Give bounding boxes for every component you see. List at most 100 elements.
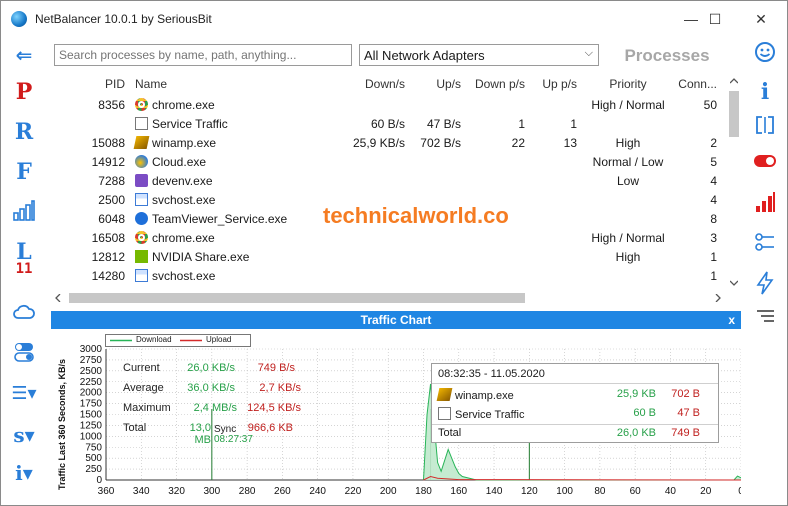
table-row[interactable]: 8356 chrome.exe High / Normal 50 [51,96,727,115]
tooltip-row-1-down: 25,9 KB [616,388,656,400]
x-tick-label: 180 [415,486,432,497]
x-tick-label: 160 [450,486,467,497]
y-tick-label: 1000 [80,431,103,442]
x-tick-label: 120 [521,486,538,497]
stat-maximum-up: 124,5 KB/s [247,402,301,414]
app-globe-icon [11,11,27,27]
back-arrow-icon[interactable]: ⇐ [9,43,39,67]
col-priority[interactable]: Priority [583,75,673,94]
sync-time: 08:27:37 [214,434,253,445]
menu-dropdown-icon[interactable]: ☰▾ [9,383,39,404]
x-tick-label: 20 [700,486,712,497]
row-pid: 6048 [98,212,125,226]
col-up-packets[interactable]: Up p/s [531,75,577,94]
horizontal-scrollbar[interactable] [51,291,727,305]
row-down: 60 B/s [370,117,405,131]
watermark-text: technicalworld.co [323,203,509,228]
toggle-on-icon[interactable] [749,153,781,181]
hamburger-menu-icon[interactable] [749,309,781,337]
col-down[interactable]: Down/s [341,75,405,94]
vertical-scrollbar[interactable] [727,75,741,291]
toggles-icon[interactable] [9,341,39,365]
table-row[interactable]: 14912 Cloud.exe Normal / Low 5 [51,153,727,172]
info-icon[interactable]: i [749,79,781,107]
x-tick-label: 220 [345,486,362,497]
col-down-packets[interactable]: Down p/s [471,75,525,94]
col-connections[interactable]: Conn... [677,75,717,94]
smile-icon[interactable] [749,41,781,69]
cloud-icon[interactable] [9,303,39,325]
row-downp: 1 [518,117,525,131]
y-tick-label: 2750 [80,355,103,366]
row-name: NVIDIA Share.exe [135,248,355,267]
col-pid[interactable]: PID [71,75,125,94]
signal-bars-icon[interactable] [749,191,781,219]
row-pid: 16508 [91,231,125,245]
x-tick-label: 0 [738,486,741,497]
traffic-chart-title: Traffic Chart [360,313,432,327]
scroll-up-icon[interactable] [730,78,738,84]
legend-upload-label: Upload [206,335,232,344]
row-name-text: TeamViewer_Service.exe [152,212,288,226]
lightning-icon[interactable] [749,271,781,299]
table-row[interactable]: Service Traffic 60 B/s 47 B/s 1 1 [51,115,727,134]
y-tick-label: 2500 [80,366,103,377]
stat-total-down: 13,0 MB [189,422,211,446]
title-bar: NetBalancer 10.0.1 by SeriousBit — ☐ ✕ [1,1,787,37]
search-input[interactable] [54,44,352,66]
vs-icon [135,174,148,187]
tooltip-total-label: Total [438,427,462,439]
adapter-select-value: All Network Adapters [364,48,485,63]
table-row[interactable]: 14280 svchost.exe 1 [51,267,727,286]
col-name[interactable]: Name [135,75,355,94]
close-button[interactable]: ✕ [741,5,781,33]
tooltip-row-1-up: 702 B [671,388,700,400]
row-conn: 1 [710,269,717,283]
row-name-text: NVIDIA Share.exe [152,250,250,264]
winamp-icon [436,388,453,401]
vertical-scroll-thumb[interactable] [729,91,739,137]
x-tick-label: 100 [556,486,573,497]
s-dropdown-button[interactable]: s▾ [9,423,39,447]
bars-chart-icon[interactable] [9,199,39,223]
i-dropdown-button[interactable]: i▾ [9,461,39,485]
stat-average-up: 2,7 KB/s [259,382,301,394]
tooltip-row-2-name: Service Traffic [455,409,525,421]
y-axis-label: Traffic Last 360 Seconds, KB/s [57,359,67,490]
tooltip-timestamp: 08:32:35 - 11.05.2020 [438,368,545,380]
row-conn: 1 [710,250,717,264]
traffic-chart-close-button[interactable]: x [728,311,735,329]
processes-title: Processes [624,46,710,65]
x-tick-label: 240 [309,486,326,497]
x-tick-label: 280 [239,486,256,497]
brackets-icon[interactable] [749,115,781,143]
stat-maximum-down: 2,4 MB/s [193,402,237,414]
horizontal-scroll-thumb[interactable] [69,293,525,303]
tooltip-total-up: 749 B [671,427,700,439]
row-conn: 8 [710,212,717,226]
priority-p-button[interactable]: P [9,79,39,105]
row-name: winamp.exe [133,134,355,153]
scroll-left-icon[interactable] [55,294,61,302]
row-pid: 14280 [91,269,125,283]
row-pid: 14912 [91,155,125,169]
table-row[interactable]: 12812 NVIDIA Share.exe High 1 [51,248,727,267]
scroll-right-icon[interactable] [715,294,721,302]
row-name: Cloud.exe [135,153,355,172]
maximize-button[interactable]: ☐ [695,5,735,33]
rules-r-button[interactable]: R [9,119,39,145]
stat-maximum-label: Maximum [123,402,171,414]
scroll-down-icon[interactable] [730,280,738,286]
table-row[interactable]: 15088 winamp.exe 25,9 KB/s 702 B/s 22 13 High 2 [51,134,727,153]
adapter-select[interactable]: All Network Adapters ⌵ [359,44,599,66]
table-row[interactable]: 16508 chrome.exe High / Normal 3 [51,229,727,248]
col-up[interactable]: Up/s [411,75,461,94]
table-row[interactable]: 7288 devenv.exe Low 4 [51,172,727,191]
filters-f-button[interactable]: F [9,159,39,185]
row-up: 702 B/s [420,136,461,150]
tooltip-row-1-name: winamp.exe [455,390,514,402]
share-nodes-icon[interactable] [749,231,781,259]
stat-total-up: 966,6 KB [247,422,293,434]
row-conn: 5 [710,155,717,169]
stat-current-down: 26,0 KB/s [187,362,235,374]
